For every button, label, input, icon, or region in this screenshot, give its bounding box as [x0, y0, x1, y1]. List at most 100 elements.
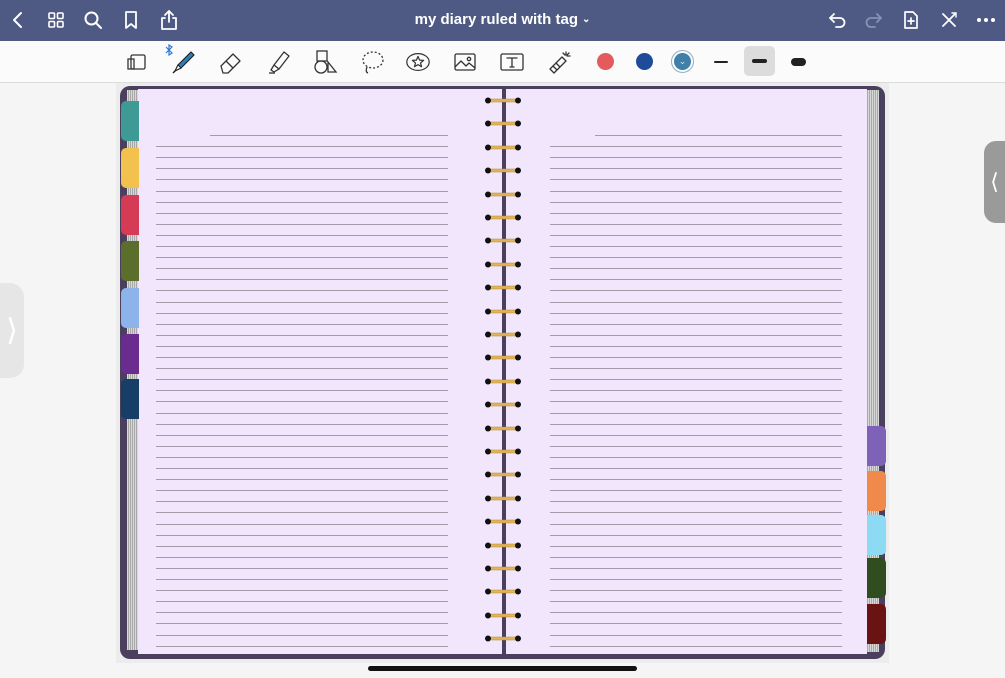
ruled-line — [550, 412, 842, 414]
ruled-line — [550, 168, 842, 170]
more-icon[interactable] — [974, 8, 998, 32]
spiral-ring — [484, 396, 522, 408]
section-tab-left[interactable] — [121, 379, 139, 419]
ruled-line — [550, 379, 842, 381]
ruled-line — [156, 345, 448, 347]
ruled-line — [550, 456, 842, 458]
ruled-line — [550, 223, 842, 225]
ruled-line — [550, 212, 842, 214]
ruled-line — [156, 301, 448, 303]
spiral-ring — [484, 303, 522, 315]
section-tab-left[interactable] — [121, 101, 139, 141]
section-tab-right[interactable] — [867, 558, 886, 598]
shapes-icon[interactable] — [311, 48, 339, 76]
document-title-text: my diary ruled with tag — [414, 11, 578, 28]
chevron-down-icon: ⌄ — [678, 56, 687, 66]
left-page[interactable] — [138, 89, 502, 654]
document-title[interactable]: my diary ruled with tag ⌄ — [0, 11, 1005, 28]
ruled-line — [550, 312, 842, 314]
undo-icon[interactable] — [825, 8, 849, 32]
section-tab-left[interactable] — [121, 334, 139, 374]
ruled-line — [550, 146, 842, 148]
stroke-width-medium[interactable] — [744, 46, 775, 76]
ruled-line — [156, 390, 448, 392]
ruled-line — [550, 512, 842, 514]
add-page-icon[interactable] — [899, 8, 923, 32]
section-tab-left[interactable] — [121, 148, 139, 188]
spiral-ring — [484, 420, 522, 432]
ruled-line — [550, 423, 842, 425]
ruled-line — [156, 567, 448, 569]
ruled-line — [156, 479, 448, 481]
close-icon[interactable] — [937, 8, 961, 32]
redo-icon[interactable] — [862, 8, 886, 32]
color-swatch-blue[interactable] — [636, 53, 653, 70]
section-tab-right[interactable] — [867, 515, 886, 555]
pen-icon[interactable] — [170, 48, 198, 76]
spiral-ring — [484, 490, 522, 502]
ruled-line — [156, 157, 448, 159]
ruled-line — [550, 445, 842, 447]
section-tab-right[interactable] — [867, 604, 886, 644]
spiral-ring — [484, 583, 522, 595]
stroke-width-thick[interactable] — [784, 53, 812, 71]
ruled-line — [550, 479, 842, 481]
laser-pointer-icon[interactable] — [546, 48, 574, 76]
home-indicator — [368, 666, 637, 671]
color-swatch-red[interactable] — [597, 53, 614, 70]
thick-line-icon — [790, 58, 806, 66]
sticker-icon[interactable] — [404, 48, 432, 76]
section-tab-right[interactable] — [867, 426, 886, 466]
ruled-line — [156, 534, 448, 536]
spiral-ring — [484, 373, 522, 385]
image-icon[interactable] — [451, 48, 479, 76]
section-tab-left[interactable] — [121, 288, 139, 328]
ruled-line — [550, 323, 842, 325]
ruled-line — [156, 512, 448, 514]
spiral-ring — [484, 607, 522, 619]
ruled-line — [550, 579, 842, 580]
spiral-ring — [484, 139, 522, 151]
ruled-line — [156, 334, 448, 336]
right-page[interactable] — [506, 89, 867, 654]
highlighter-icon[interactable] — [265, 48, 293, 76]
sidebar-toggle-icon[interactable] — [123, 48, 151, 76]
ruled-line — [156, 357, 448, 358]
ruled-line — [550, 334, 842, 336]
ruled-line — [156, 268, 448, 270]
ruled-line — [550, 201, 842, 203]
ruled-line — [156, 468, 448, 469]
right-panel-handle[interactable]: ⟨ — [984, 141, 1005, 223]
section-tab-right[interactable] — [867, 471, 886, 511]
left-panel-handle[interactable]: ⟩ — [0, 283, 24, 378]
ruled-line — [550, 179, 842, 181]
ruled-line — [156, 490, 448, 492]
spiral-ring — [484, 209, 522, 221]
ruled-line — [156, 579, 448, 580]
ruled-line — [156, 601, 448, 603]
ruled-line — [156, 456, 448, 458]
ruled-line — [550, 368, 842, 370]
ruled-line — [550, 556, 842, 558]
section-tab-left[interactable] — [121, 195, 139, 235]
tool-bar: ⌄ — [0, 41, 1005, 83]
ruled-line — [550, 290, 842, 292]
ruled-line — [156, 379, 448, 381]
ruled-line — [550, 345, 842, 347]
spiral-ring — [484, 513, 522, 525]
stroke-width-thin[interactable] — [707, 53, 735, 71]
ruled-line — [550, 545, 842, 547]
ruled-line — [156, 257, 448, 259]
ruled-line — [550, 157, 842, 159]
ruled-line — [156, 234, 448, 236]
ruled-line — [156, 168, 448, 170]
ruled-line — [550, 601, 842, 603]
ruled-line — [156, 290, 448, 292]
text-box-icon[interactable] — [498, 48, 526, 76]
lasso-icon[interactable] — [358, 48, 386, 76]
section-tab-left[interactable] — [121, 241, 139, 281]
ruled-line — [156, 590, 448, 592]
color-swatch-teal[interactable]: ⌄ — [674, 53, 691, 70]
eraser-icon[interactable] — [217, 48, 245, 76]
ruled-line — [156, 401, 448, 403]
